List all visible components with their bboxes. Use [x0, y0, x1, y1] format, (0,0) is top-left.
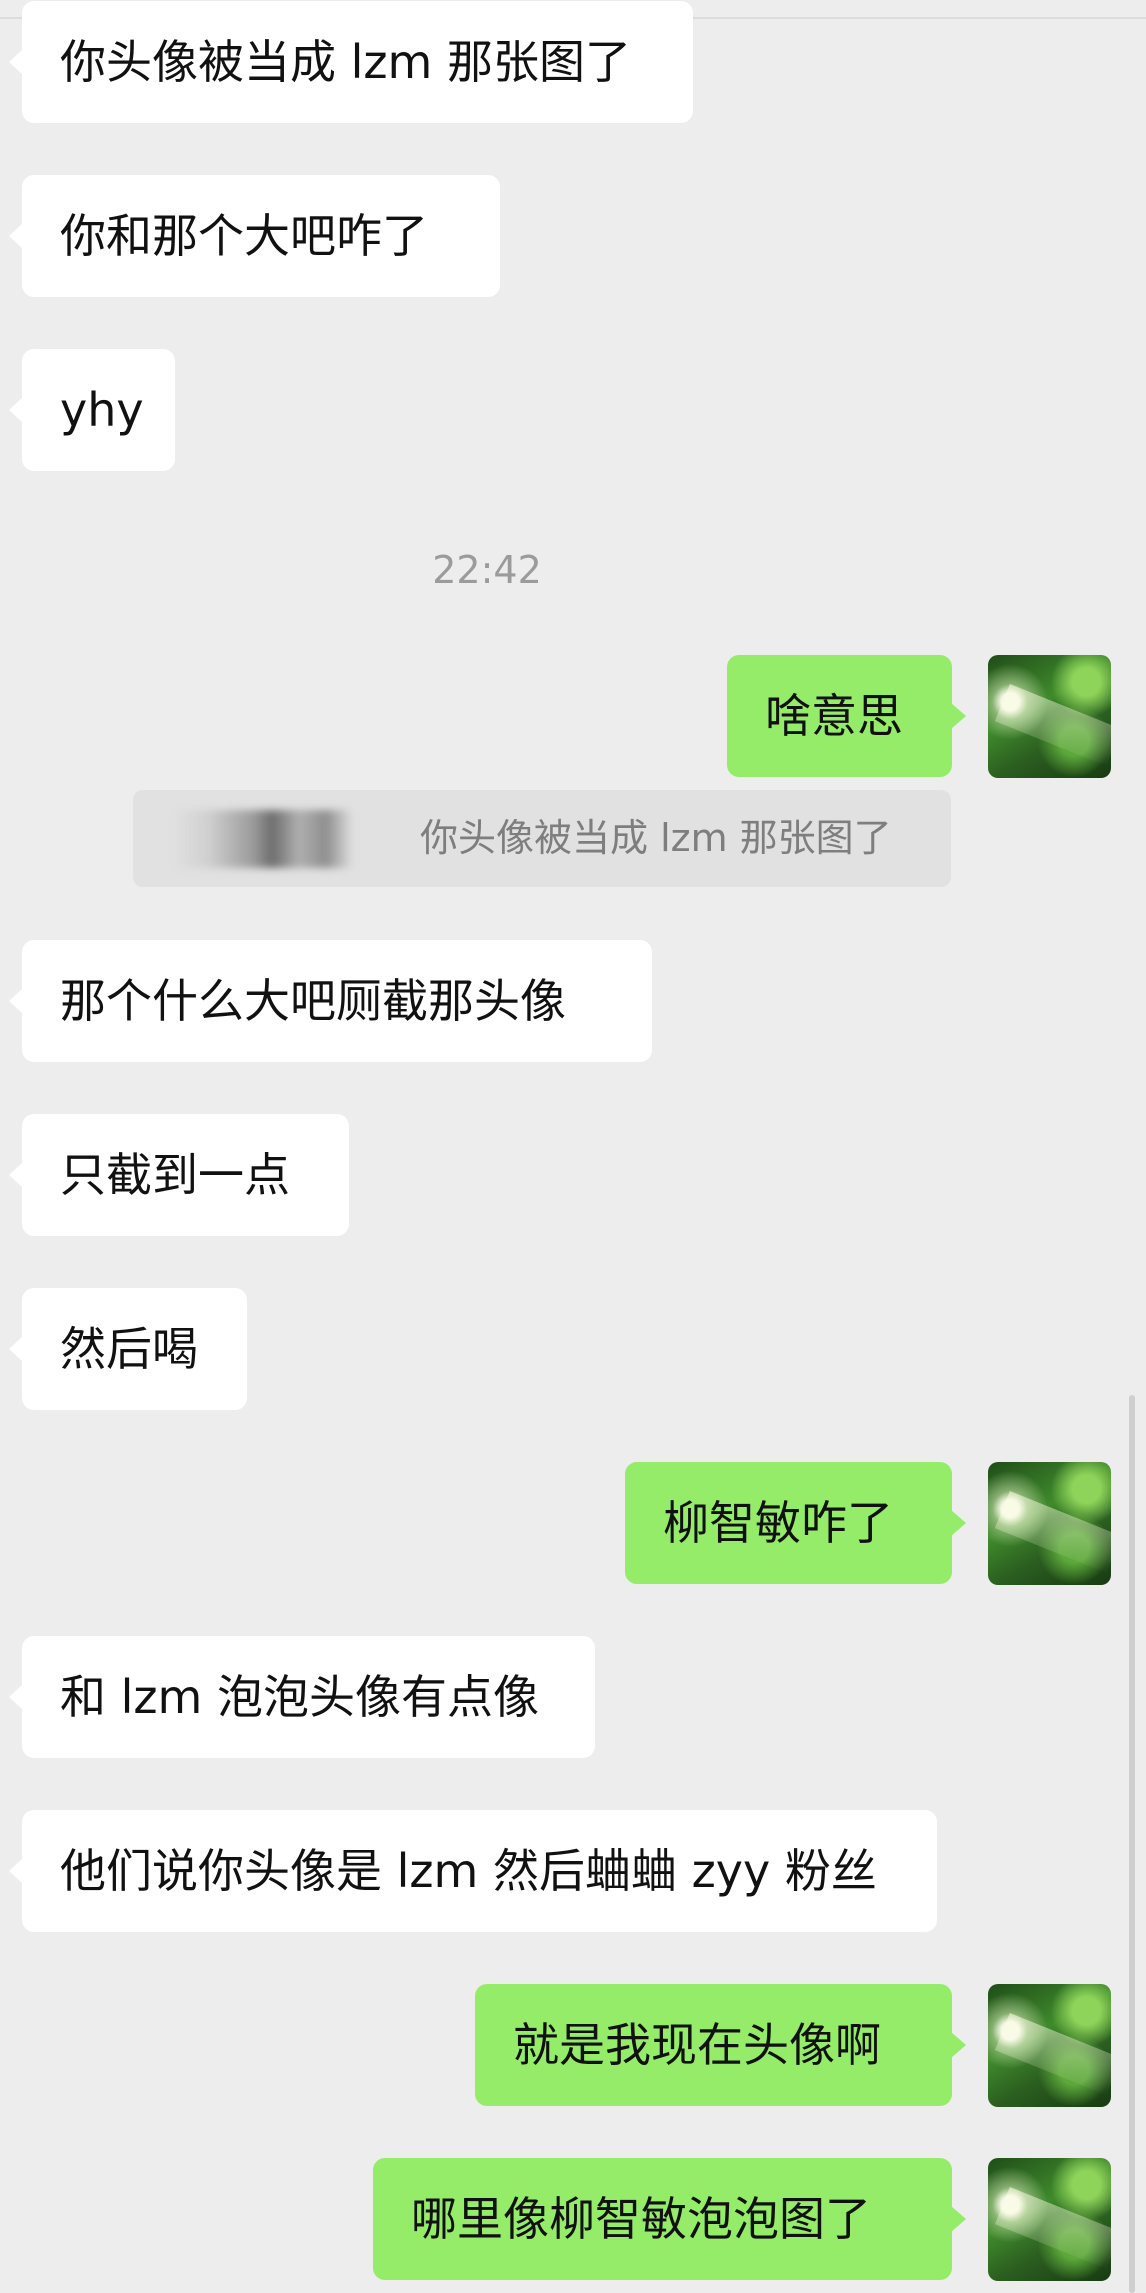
scrollbar[interactable] [1129, 1395, 1135, 2293]
message-bubble-incoming[interactable]: 你和那个大吧咋了 [9, 175, 500, 297]
blurred-sender-name-icon [173, 810, 353, 868]
message-bubble-incoming[interactable]: 然后喝 [9, 1288, 247, 1410]
message-bubble-incoming[interactable]: yhy [9, 349, 175, 471]
message-text: 然后喝 [60, 1322, 198, 1376]
message-bubble-incoming[interactable]: 你头像被当成 lzm 那张图了 [9, 1, 693, 123]
message-text: 那个什么大吧厕截那头像 [60, 974, 566, 1028]
quoted-message-text: 你头像被当成 lzm 那张图了 [420, 816, 892, 860]
user-avatar-icon[interactable] [988, 1462, 1111, 1585]
message-bubble-incoming[interactable]: 那个什么大吧厕截那头像 [9, 940, 652, 1062]
message-bubble-outgoing[interactable]: 哪里像柳智敏泡泡图了 [373, 2158, 966, 2280]
message-bubble-incoming[interactable]: 只截到一点 [9, 1114, 349, 1236]
quoted-message[interactable]: 你头像被当成 lzm 那张图了 [133, 790, 951, 887]
message-bubble-outgoing[interactable]: 就是我现在头像啊 [475, 1984, 966, 2106]
message-text: 他们说你头像是 lzm 然后蛐蛐 zyy 粉丝 [60, 1844, 877, 1898]
message-text: 哪里像柳智敏泡泡图了 [411, 2192, 871, 2246]
message-bubble-outgoing[interactable]: 柳智敏咋了 [625, 1462, 966, 1584]
message-text: 你头像被当成 lzm 那张图了 [60, 35, 631, 89]
message-text: 只截到一点 [60, 1148, 290, 1202]
message-bubble-incoming[interactable]: 和 lzm 泡泡头像有点像 [9, 1636, 595, 1758]
message-text: 你和那个大吧咋了 [60, 209, 428, 263]
message-text: 啥意思 [765, 689, 903, 743]
user-avatar-icon[interactable] [988, 655, 1111, 778]
chat-timestamp: 22:42 [432, 548, 542, 592]
user-avatar-icon[interactable] [988, 1984, 1111, 2107]
message-text: 柳智敏咋了 [663, 1496, 893, 1550]
message-text: 和 lzm 泡泡头像有点像 [60, 1670, 539, 1724]
user-avatar-icon[interactable] [988, 2158, 1111, 2281]
message-bubble-outgoing[interactable]: 啥意思 [727, 655, 966, 777]
message-text: 就是我现在头像啊 [513, 2018, 881, 2072]
message-bubble-incoming[interactable]: 他们说你头像是 lzm 然后蛐蛐 zyy 粉丝 [9, 1810, 937, 1932]
message-text: yhy [60, 383, 144, 437]
